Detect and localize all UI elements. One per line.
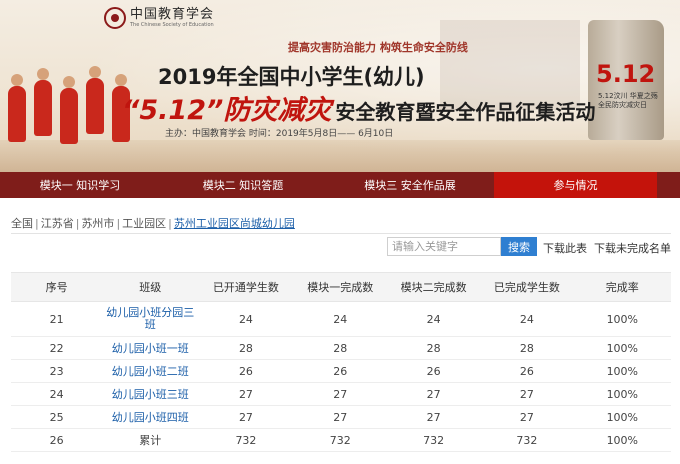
breadcrumb: 全国 | 江苏省 | 苏州市 | 工业园区 | 苏州工业园区尚城幼儿园 [11, 215, 295, 231]
cell-index: 24 [11, 382, 103, 406]
banner-slogan: 提高灾害防治能力 构筑生命安全防线 [288, 41, 468, 54]
cell-completed: 28 [480, 336, 574, 360]
cell-module1: 28 [293, 336, 387, 360]
cell-activated: 27 [198, 405, 294, 429]
cell-module2: 27 [386, 382, 481, 406]
search-input[interactable] [387, 237, 501, 256]
cell-module2: 24 [386, 301, 481, 337]
nav-participation[interactable]: 参与情况 [494, 172, 657, 198]
child-figure [34, 68, 52, 136]
society-emblem-icon [104, 7, 126, 29]
memorial-number: 5.12 [596, 60, 656, 88]
child-figure [60, 76, 78, 144]
breadcrumb-separator: | [116, 217, 121, 230]
cell-module2: 27 [386, 405, 481, 429]
download-table-link[interactable]: 下载此表 [543, 240, 587, 256]
cell-index: 21 [11, 301, 103, 337]
cell-rate: 100% [573, 382, 671, 406]
cell-module1: 732 [293, 428, 387, 452]
table-row: 23 幼儿园小班二班 26 26 26 26 100% [11, 359, 671, 383]
cell-index: 22 [11, 336, 103, 360]
table-row: 24 幼儿园小班三班 27 27 27 27 100% [11, 382, 671, 406]
cell-activated: 28 [198, 336, 294, 360]
table-row: 22 幼儿园小班一班 28 28 28 28 100% [11, 336, 671, 360]
cell-index: 26 [11, 428, 103, 452]
cell-module1: 27 [293, 405, 387, 429]
breadcrumb-current-school[interactable]: 苏州工业园区尚城幼儿园 [174, 217, 295, 230]
table-total-row: 26 累计 732 732 732 732 100% [11, 428, 671, 452]
cell-module1: 24 [293, 301, 387, 337]
header-class: 班级 [102, 272, 199, 302]
cell-completed: 26 [480, 359, 574, 383]
cell-class-link[interactable]: 幼儿园小班三班 [102, 382, 199, 406]
nav-module-2[interactable]: 模块二 知识答题 [160, 172, 326, 198]
cell-module2: 28 [386, 336, 481, 360]
download-incomplete-list-link[interactable]: 下载未完成名单 [594, 240, 671, 256]
cell-class-link[interactable]: 幼儿园小班一班 [102, 336, 199, 360]
cell-module2: 26 [386, 359, 481, 383]
participation-table: 序号 班级 已开通学生数 模块一完成数 模块二完成数 已完成学生数 完成率 21… [11, 272, 671, 452]
event-banner: 5.12 5.12汶川 华夏之殇 全民防灾减灾日 中国教育学会 The Chin… [0, 0, 680, 172]
logo-english-name: The Chinese Society of Education [130, 22, 214, 28]
banner-title-line1: 2019年全国中小学生(幼儿) [158, 65, 425, 89]
breadcrumb-city[interactable]: 苏州市 [81, 217, 114, 230]
banner-title-line2: “5.12”防灾减灾 安全教育暨安全作品征集活动 [122, 88, 595, 127]
cell-class-link[interactable]: 幼儿园小班二班 [102, 359, 199, 383]
cell-class-link[interactable]: 幼儿园小班四班 [102, 405, 199, 429]
header-completed: 已完成学生数 [480, 272, 574, 302]
cell-index: 23 [11, 359, 103, 383]
nav-module-1[interactable]: 模块一 知识学习 [0, 172, 160, 198]
breadcrumb-province[interactable]: 江苏省 [41, 217, 74, 230]
child-figure [8, 74, 26, 142]
class-name[interactable]: 幼儿园小班分园三班 [102, 307, 198, 331]
cell-completed: 27 [480, 405, 574, 429]
cell-module1: 27 [293, 382, 387, 406]
cell-index: 25 [11, 405, 103, 429]
table-row: 25 幼儿园小班四班 27 27 27 27 100% [11, 405, 671, 429]
header-module2: 模块二完成数 [386, 272, 481, 302]
header-rate: 完成率 [573, 272, 671, 302]
cell-activated: 24 [198, 301, 294, 337]
breadcrumb-separator: | [168, 217, 172, 230]
cell-completed: 27 [480, 382, 574, 406]
cell-rate: 100% [573, 359, 671, 383]
cell-completed: 24 [480, 301, 574, 337]
search-button[interactable]: 搜索 [501, 237, 537, 256]
cell-activated: 26 [198, 359, 294, 383]
breadcrumb-divider [11, 233, 671, 234]
banner-title-subtitle: 安全教育暨安全作品征集活动 [335, 100, 596, 124]
table-header-row: 序号 班级 已开通学生数 模块一完成数 模块二完成数 已完成学生数 完成率 [11, 272, 671, 302]
breadcrumb-separator: | [75, 217, 80, 230]
child-figure [86, 66, 104, 134]
nav-module-3[interactable]: 模块三 安全作品展 [326, 172, 494, 198]
cell-module1: 26 [293, 359, 387, 383]
cell-rate: 100% [573, 405, 671, 429]
breadcrumb-separator: | [35, 217, 39, 230]
cell-rate: 100% [573, 336, 671, 360]
banner-title-highlight: “5.12”防灾减灾 [122, 95, 332, 126]
header-index: 序号 [11, 272, 103, 302]
society-logo: 中国教育学会 The Chinese Society of Education [104, 6, 214, 30]
cell-activated: 27 [198, 382, 294, 406]
cell-module2: 732 [386, 428, 481, 452]
cell-completed: 732 [480, 428, 574, 452]
banner-organizer-info: 主办：中国教育学会 时间：2019年5月8日—— 6月10日 [165, 129, 394, 139]
memorial-text: 5.12汶川 华夏之殇 全民防灾减灾日 [598, 92, 658, 110]
table-row: 21 幼儿园小班分园三班 24 24 24 24 100% [11, 301, 671, 337]
cell-rate: 100% [573, 428, 671, 452]
breadcrumb-district[interactable]: 工业园区 [122, 217, 166, 230]
cell-total-label: 累计 [102, 428, 199, 452]
header-module1: 模块一完成数 [293, 272, 387, 302]
cell-class-link[interactable]: 幼儿园小班分园三班 [102, 301, 199, 337]
header-activated: 已开通学生数 [198, 272, 294, 302]
cell-rate: 100% [573, 301, 671, 337]
logo-chinese-name: 中国教育学会 [130, 7, 215, 22]
breadcrumb-national[interactable]: 全国 [11, 217, 33, 230]
cell-activated: 732 [198, 428, 294, 452]
main-nav: 模块一 知识学习 模块二 知识答题 模块三 安全作品展 参与情况 [0, 172, 680, 198]
